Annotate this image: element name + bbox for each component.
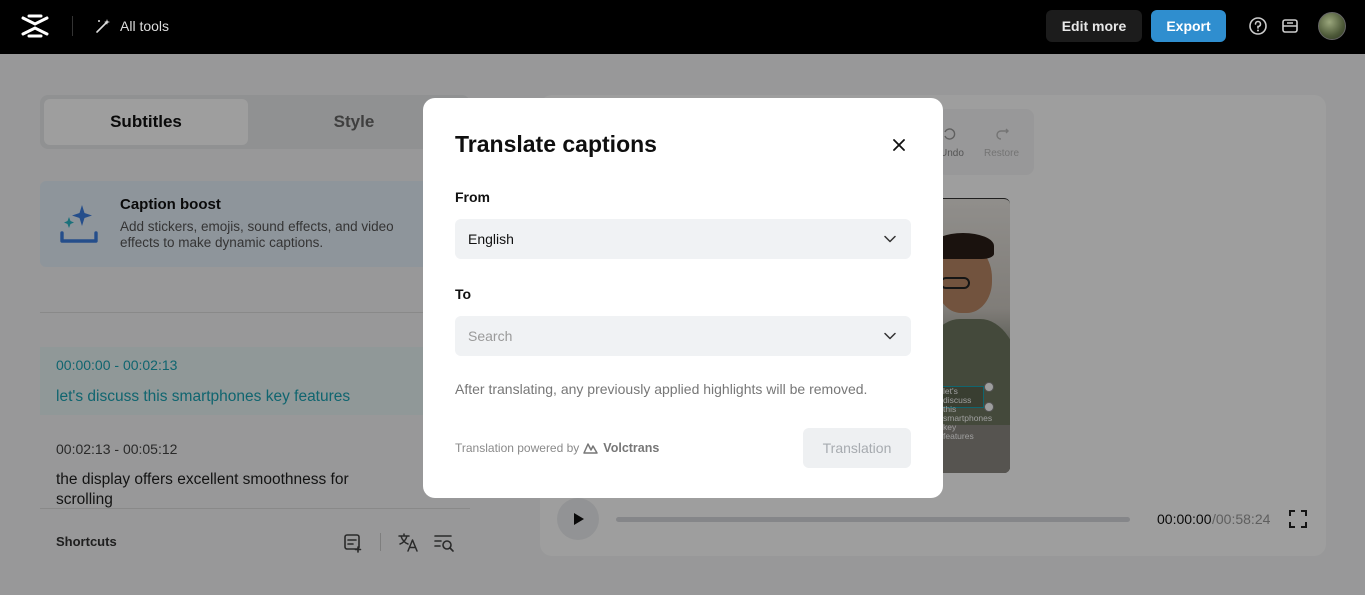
all-tools-label: All tools (120, 18, 169, 34)
translation-button[interactable]: Translation (803, 428, 911, 468)
translate-captions-dialog: Translate captions From English To Searc… (423, 98, 943, 498)
divider (72, 16, 73, 36)
chevron-down-icon (883, 329, 897, 343)
all-tools-button[interactable]: All tools (94, 15, 169, 37)
brand-name: Volctrans (603, 441, 659, 455)
to-label: To (455, 286, 471, 302)
avatar[interactable] (1318, 12, 1346, 40)
dialog-title: Translate captions (455, 131, 657, 158)
from-language-select[interactable]: English (455, 219, 911, 259)
to-language-search-placeholder: Search (468, 328, 512, 344)
volctrans-logo-icon (583, 442, 599, 454)
export-button[interactable]: Export (1151, 10, 1226, 42)
close-icon (893, 139, 905, 151)
magic-wand-icon (94, 17, 112, 35)
from-label: From (455, 189, 490, 205)
powered-by: Translation powered by Volctrans (455, 441, 659, 455)
chevron-down-icon (883, 232, 897, 246)
top-bar: All tools Edit more Export (0, 0, 1365, 54)
close-button[interactable] (889, 135, 909, 155)
translation-note: After translating, any previously applie… (455, 381, 867, 397)
powered-by-label: Translation powered by (455, 441, 579, 455)
capcut-logo-icon[interactable] (20, 13, 50, 39)
edit-more-button[interactable]: Edit more (1046, 10, 1142, 42)
help-icon[interactable] (1248, 16, 1268, 36)
from-language-value: English (468, 231, 514, 247)
to-language-select[interactable]: Search (455, 316, 911, 356)
inbox-icon[interactable] (1280, 16, 1300, 36)
